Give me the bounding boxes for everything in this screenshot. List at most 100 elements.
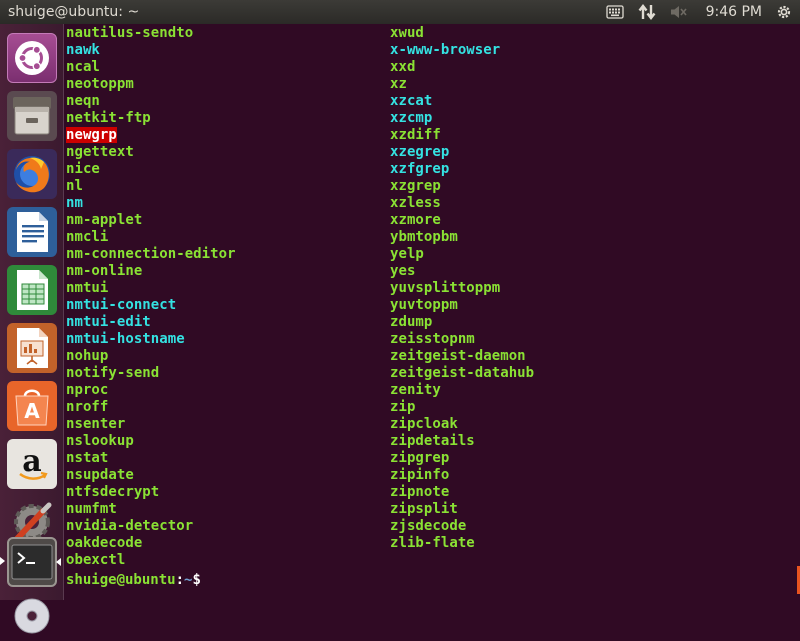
launcher-item-software[interactable]: A xyxy=(7,381,57,431)
svg-text:A: A xyxy=(24,399,40,423)
clock[interactable]: 9:46 PM xyxy=(706,4,762,20)
file-cabinet-icon xyxy=(10,94,54,138)
launcher-item-writer[interactable] xyxy=(7,207,57,257)
listing-entry: zipsplit xyxy=(390,501,534,518)
launcher-item-impress[interactable] xyxy=(7,323,57,373)
command-name: yuvsplittoppm xyxy=(390,280,501,296)
firefox-icon xyxy=(10,152,54,196)
network-transfer-icon[interactable] xyxy=(638,0,656,24)
listing-entry: zeisstopnm xyxy=(390,331,534,348)
listing-entry: xxd xyxy=(390,59,534,76)
launcher-item-amazon[interactable]: a xyxy=(7,439,57,489)
command-name: nawk xyxy=(66,42,100,58)
listing-column-1: nautilus-sendto nawk ncal neotoppm neqn netki… xyxy=(66,25,236,569)
listing-entry: zipnote xyxy=(390,484,534,501)
command-name: zdump xyxy=(390,314,433,330)
command-name: xz xyxy=(390,76,407,92)
listing-entry: newgrp xyxy=(66,127,236,144)
command-name: nohup xyxy=(66,348,109,364)
listing-entry: nm xyxy=(66,195,236,212)
command-name: xzdiff xyxy=(390,127,441,143)
command-name: numfmt xyxy=(66,501,117,517)
ubuntu-logo-icon xyxy=(14,40,50,76)
listing-entry: nproc xyxy=(66,382,236,399)
command-name: zeitgeist-datahub xyxy=(390,365,535,381)
listing-entry: netkit-ftp xyxy=(66,110,236,127)
command-name: nslookup xyxy=(66,433,134,449)
writer-document-icon xyxy=(12,210,52,254)
command-name: xzcmp xyxy=(390,110,433,126)
listing-entry: nm-connection-editor xyxy=(66,246,236,263)
power-gear-icon[interactable] xyxy=(776,0,792,24)
volume-muted-icon[interactable] xyxy=(670,0,688,24)
listing-entry: xzfgrep xyxy=(390,161,534,178)
command-name: ybmtopbm xyxy=(390,229,458,245)
text-cursor xyxy=(201,569,209,584)
launcher: A a xyxy=(0,24,64,634)
command-name: xzless xyxy=(390,195,441,211)
listing-entry: ncal xyxy=(66,59,236,76)
command-name: zipcloak xyxy=(390,416,458,432)
listing-entry: nvidia-detector xyxy=(66,518,236,535)
listing-entry: obexctl xyxy=(66,552,236,569)
launcher-item-dash[interactable] xyxy=(7,33,57,83)
listing-entry: nautilus-sendto xyxy=(66,25,236,42)
command-name: nvidia-detector xyxy=(66,518,194,534)
command-name: zipdetails xyxy=(390,433,475,449)
command-name: oakdecode xyxy=(66,535,143,551)
listing-entry: zeitgeist-daemon xyxy=(390,348,534,365)
prompt-user-host: shuige@ubuntu xyxy=(66,572,176,588)
command-name: newgrp xyxy=(66,127,117,143)
listing-entry: oakdecode xyxy=(66,535,236,552)
listing-entry: xzcat xyxy=(390,93,534,110)
command-name: zeitgeist-daemon xyxy=(390,348,526,364)
listing-entry: nslookup xyxy=(66,433,236,450)
command-name: nstat xyxy=(66,450,109,466)
listing-entry: xzmore xyxy=(390,212,534,229)
command-name: nl xyxy=(66,178,83,194)
listing-entry: zenity xyxy=(390,382,534,399)
shell-prompt[interactable]: shuige@ubuntu:~$ xyxy=(66,569,209,588)
command-name: ngettext xyxy=(66,144,134,160)
listing-entry: zipdetails xyxy=(390,433,534,450)
command-name: xzmore xyxy=(390,212,441,228)
listing-entry: nmcli xyxy=(66,229,236,246)
listing-entry: xzdiff xyxy=(390,127,534,144)
command-name: nmtui-connect xyxy=(66,297,177,313)
listing-entry: nmtui-connect xyxy=(66,297,236,314)
prompt-separator: : xyxy=(175,572,185,588)
command-name: zeisstopnm xyxy=(390,331,475,347)
command-name: notify-send xyxy=(66,365,160,381)
command-name: zipinfo xyxy=(390,467,450,483)
launcher-item-files[interactable] xyxy=(7,91,57,141)
keyboard-icon[interactable] xyxy=(605,0,624,24)
listing-entry: ntfsdecrypt xyxy=(66,484,236,501)
command-name: ncal xyxy=(66,59,100,75)
active-indicator xyxy=(56,558,61,566)
launcher-item-firefox[interactable] xyxy=(7,149,57,199)
command-name: zipnote xyxy=(390,484,450,500)
listing-entry: xzcmp xyxy=(390,110,534,127)
launcher-item-terminal[interactable] xyxy=(7,537,61,587)
calc-spreadsheet-icon xyxy=(12,268,52,312)
command-name: xxd xyxy=(390,59,416,75)
listing-entry: nm-applet xyxy=(66,212,236,229)
launcher-item-dvd[interactable] xyxy=(7,591,57,641)
command-name: xzgrep xyxy=(390,178,441,194)
command-name: xwud xyxy=(390,25,424,41)
listing-entry: xzegrep xyxy=(390,144,534,161)
listing-entry: xwud xyxy=(390,25,534,42)
listing-entry: xzgrep xyxy=(390,178,534,195)
disc-icon xyxy=(12,596,52,636)
listing-entry: nstat xyxy=(66,450,236,467)
command-name: yelp xyxy=(390,246,424,262)
command-name: neotoppm xyxy=(66,76,134,92)
listing-entry: zeitgeist-datahub xyxy=(390,365,534,382)
command-name: x-www-browser xyxy=(390,42,501,58)
launcher-item-calc[interactable] xyxy=(7,265,57,315)
listing-entry: zip xyxy=(390,399,534,416)
system-tray: 9:46 PM xyxy=(592,0,800,24)
command-name: xzfgrep xyxy=(390,161,450,177)
listing-entry: zipgrep xyxy=(390,450,534,467)
terminal-output[interactable]: nautilus-sendto nawk ncal neotoppm neqn netki… xyxy=(66,25,800,600)
